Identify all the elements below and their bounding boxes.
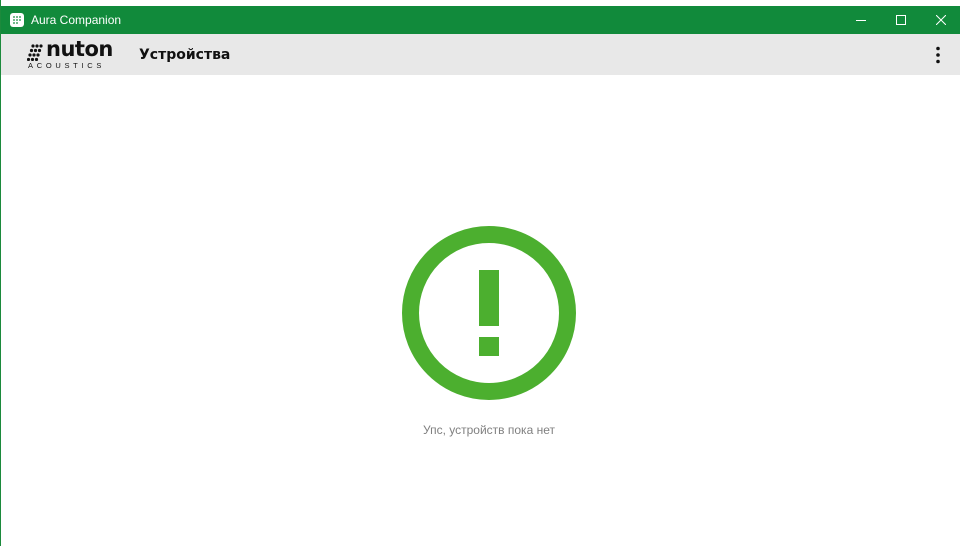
- window-controls: [841, 6, 960, 34]
- empty-message: Упс, устройств пока нет: [423, 423, 555, 437]
- page-title: Устройства: [139, 46, 231, 63]
- aura-app-icon: [10, 13, 24, 27]
- nuton-acoustics-logo: nuton ACOUSTICS: [27, 37, 119, 70]
- more-menu-button[interactable]: [928, 41, 948, 69]
- minimize-button[interactable]: [841, 6, 881, 34]
- window-title: Aura Companion: [31, 13, 122, 27]
- maximize-button[interactable]: [881, 6, 921, 34]
- exclamation-circle-icon: [402, 226, 576, 400]
- maximize-icon: [896, 15, 906, 25]
- app-window: Aura Companion nuton ACOUSTICS Устройств…: [0, 0, 960, 546]
- close-icon: [936, 15, 946, 25]
- title-bar[interactable]: Aura Companion: [1, 6, 960, 34]
- logo-brand: nuton: [46, 36, 113, 61]
- logo-wordmark: nuton: [27, 37, 113, 61]
- logo-dots-icon: [27, 43, 43, 61]
- empty-state: Упс, устройств пока нет: [1, 75, 960, 546]
- close-button[interactable]: [921, 6, 960, 34]
- more-vertical-icon: [936, 46, 940, 63]
- logo-subtitle: ACOUSTICS: [28, 60, 106, 70]
- app-header: nuton ACOUSTICS Устройства: [1, 34, 960, 75]
- minimize-icon: [856, 20, 866, 21]
